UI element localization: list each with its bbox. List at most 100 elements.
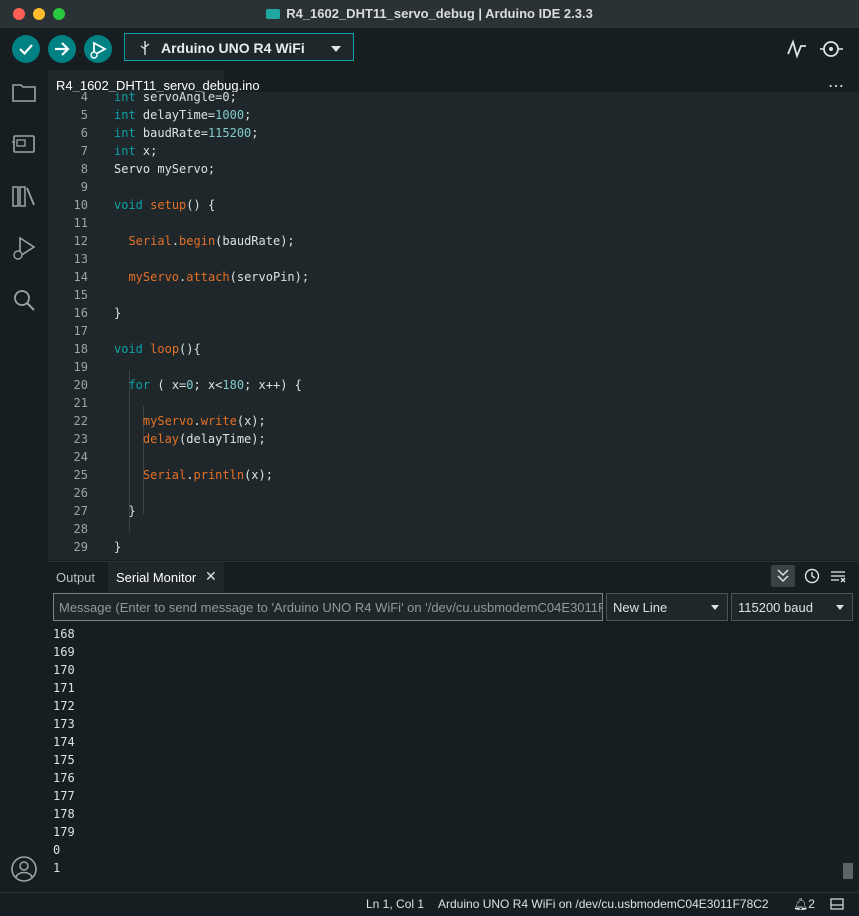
close-icon[interactable]: ✕ xyxy=(205,568,217,585)
code-line[interactable]: 10 void setup() { xyxy=(48,198,859,216)
serial-output-line: 177 xyxy=(53,789,75,803)
code-line[interactable]: 19 xyxy=(48,360,859,378)
code-text: myServo.write(x); xyxy=(142,414,266,428)
folder-icon[interactable] xyxy=(10,78,38,106)
code-line[interactable]: 21 xyxy=(48,396,859,414)
window-title: R4_1602_DHT11_servo_debug | Arduino IDE … xyxy=(0,6,859,21)
timestamp-icon[interactable] xyxy=(804,568,820,584)
code-line[interactable]: 22 myServo.write(x); xyxy=(48,414,859,432)
upload-button[interactable] xyxy=(48,35,76,63)
code-text: delay(delayTime); xyxy=(142,432,266,446)
code-line[interactable]: 11 xyxy=(48,216,859,234)
code-line[interactable]: 9 xyxy=(48,180,859,198)
code-line[interactable]: 20 for ( x=0; x<180; x++) { xyxy=(48,378,859,396)
line-number: 14 xyxy=(73,270,88,284)
line-number: 8 xyxy=(80,162,88,176)
clear-output-icon[interactable] xyxy=(830,568,846,584)
line-number: 4 xyxy=(80,92,88,104)
verify-button[interactable] xyxy=(12,35,40,63)
code-line[interactable]: 18 void loop(){ xyxy=(48,342,859,360)
usb-icon xyxy=(140,41,150,55)
code-text: for ( x=0; x<180; x++) { xyxy=(128,378,302,392)
serial-output-line: 172 xyxy=(53,699,75,713)
code-text: Serial.println(x); xyxy=(142,468,273,482)
serial-output-line: 173 xyxy=(53,717,75,731)
line-number: 7 xyxy=(80,144,88,158)
activity-sidebar xyxy=(0,70,48,892)
serial-output-line: 176 xyxy=(53,771,75,785)
arduino-logo-icon xyxy=(266,9,281,19)
code-line[interactable]: 4 int servoAngle=0; xyxy=(48,92,859,108)
baud-rate-value: 115200 baud xyxy=(738,600,813,615)
code-text: int baudRate=115200; xyxy=(114,126,259,140)
chevron-down-icon xyxy=(836,605,844,610)
code-line[interactable]: 5 int delayTime=1000; xyxy=(48,108,859,126)
code-line[interactable]: 26 xyxy=(48,486,859,504)
serial-monitor-icon[interactable] xyxy=(820,38,844,60)
line-number: 20 xyxy=(73,378,88,392)
line-number: 25 xyxy=(73,468,88,482)
notifications[interactable]: 🔔︎2 xyxy=(793,897,815,911)
line-number: 22 xyxy=(73,414,88,428)
debug-button[interactable] xyxy=(84,35,112,63)
code-line[interactable]: 28 xyxy=(48,522,859,540)
code-line[interactable]: 24 xyxy=(48,450,859,468)
account-icon[interactable] xyxy=(10,855,38,883)
notification-count: 2 xyxy=(808,897,815,911)
tab-filename: R4_1602_DHT11_servo_debug.ino xyxy=(56,78,260,93)
baud-rate-select[interactable]: 115200 baud xyxy=(731,593,853,621)
serial-output-line: 169 xyxy=(53,645,75,659)
code-line[interactable]: 29} xyxy=(48,540,859,558)
line-number: 21 xyxy=(73,396,88,410)
code-line[interactable]: 25 Serial.println(x); xyxy=(48,468,859,486)
line-number: 24 xyxy=(73,450,88,464)
line-number: 10 xyxy=(73,198,88,212)
double-chevron-down-icon xyxy=(777,569,789,583)
code-line[interactable]: 7 int x; xyxy=(48,144,859,162)
line-number: 12 xyxy=(73,234,88,248)
boards-manager-icon[interactable] xyxy=(10,130,38,158)
debug-panel-icon[interactable] xyxy=(10,234,38,262)
code-text: void loop(){ xyxy=(114,342,201,356)
toggle-panel-icon[interactable] xyxy=(830,898,844,910)
serial-output-line: 170 xyxy=(53,663,75,677)
chevron-down-icon xyxy=(711,605,719,610)
code-line[interactable]: 17 xyxy=(48,324,859,342)
tab-serial-monitor[interactable]: Serial Monitor xyxy=(116,570,196,585)
code-line[interactable]: 12 Serial.begin(baudRate); xyxy=(48,234,859,252)
autoscroll-button[interactable] xyxy=(771,565,795,587)
serial-plotter-icon[interactable] xyxy=(786,38,808,60)
code-text: int delayTime=1000; xyxy=(114,108,252,122)
code-line[interactable]: 16} xyxy=(48,306,859,324)
line-number: 28 xyxy=(73,522,88,536)
code-line[interactable]: 27 } xyxy=(48,504,859,522)
window-titlebar: R4_1602_DHT11_servo_debug | Arduino IDE … xyxy=(0,0,859,29)
code-line[interactable]: 8 Servo myServo; xyxy=(48,162,859,180)
line-number: 19 xyxy=(73,360,88,374)
search-icon[interactable] xyxy=(10,286,38,314)
tab-output[interactable]: Output xyxy=(56,570,95,585)
code-line[interactable]: 15 xyxy=(48,288,859,306)
board-connection[interactable]: Arduino UNO R4 WiFi on /dev/cu.usbmodemC… xyxy=(438,897,769,911)
line-ending-value: New Line xyxy=(613,600,668,615)
message-input[interactable]: Message (Enter to send message to 'Ardui… xyxy=(53,593,603,621)
code-line[interactable]: 23 delay(delayTime); xyxy=(48,432,859,450)
scrollbar-thumb[interactable] xyxy=(843,863,853,879)
serial-output: 168 169 170 171 172 173 174 175 176 177 178 179 0 1 xyxy=(48,625,859,891)
library-icon[interactable] xyxy=(10,182,38,210)
code-line[interactable]: 14 myServo.attach(servoPin); xyxy=(48,270,859,288)
code-text: } xyxy=(114,540,122,554)
line-ending-select[interactable]: New Line xyxy=(606,593,728,621)
serial-output-line: 168 xyxy=(53,627,75,641)
verify-icon xyxy=(19,44,33,56)
code-text: Serial.begin(baudRate); xyxy=(128,234,295,248)
code-line[interactable]: 13 xyxy=(48,252,859,270)
code-editor[interactable]: 4 int servoAngle=0; 5 int delayTime=1000; 6 i… xyxy=(48,92,859,560)
cursor-position[interactable]: Ln 1, Col 1 xyxy=(366,897,424,911)
serial-output-line: 175 xyxy=(53,753,75,767)
panel-header: Output Serial Monitor ✕ xyxy=(48,561,859,592)
serial-output-line: 171 xyxy=(53,681,75,695)
code-line[interactable]: 6 int baudRate=115200; xyxy=(48,126,859,144)
line-number: 18 xyxy=(73,342,88,356)
board-selector[interactable]: Arduino UNO R4 WiFi xyxy=(124,33,354,61)
